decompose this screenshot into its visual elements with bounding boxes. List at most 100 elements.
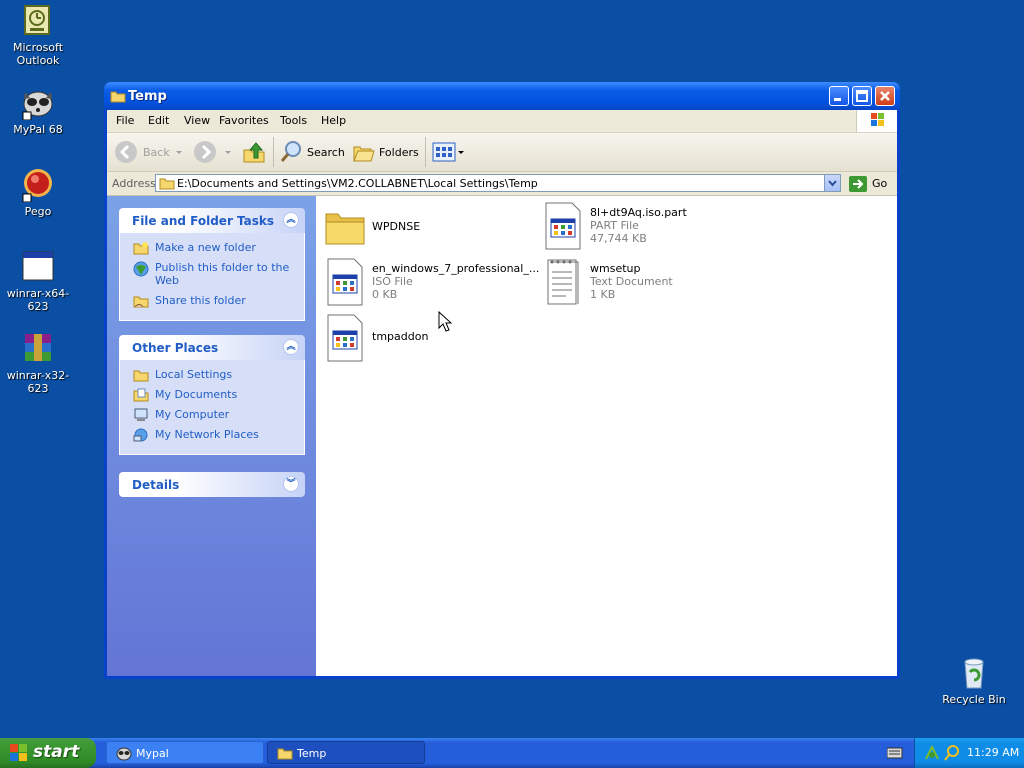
collapse-icon[interactable]: ︽ bbox=[283, 212, 299, 228]
back-label: Back bbox=[143, 146, 170, 159]
taskbar-item-temp[interactable]: Temp bbox=[267, 741, 425, 764]
file-item-wpdnse[interactable]: WPDNSE bbox=[324, 204, 524, 252]
file-size: 1 KB bbox=[590, 288, 616, 301]
panel-header[interactable]: File and Folder Tasks ︽ bbox=[119, 208, 305, 233]
menu-help[interactable]: Help bbox=[321, 114, 346, 127]
file-item-tmpaddon[interactable]: tmpaddon bbox=[324, 314, 524, 364]
task-label: Share this folder bbox=[155, 294, 246, 307]
menu-view[interactable]: View bbox=[184, 114, 210, 127]
file-name: 8l+dt9Aq.iso.part bbox=[590, 206, 687, 219]
place-label: Local Settings bbox=[155, 368, 233, 381]
address-dropdown[interactable] bbox=[824, 175, 840, 191]
taskbar-item-mypal[interactable]: Mypal bbox=[106, 741, 264, 764]
file-item-wmsetup[interactable]: wmsetup Text Document 1 KB bbox=[542, 258, 742, 308]
up-folder-button[interactable] bbox=[242, 140, 268, 164]
panel-body: Local Settings My Documents My Computer … bbox=[119, 360, 305, 455]
winrar-icon bbox=[21, 332, 55, 366]
address-label: Address bbox=[112, 177, 156, 190]
window-title: Temp bbox=[128, 89, 167, 104]
back-arrow-icon bbox=[115, 141, 137, 163]
search-tray-icon[interactable] bbox=[944, 745, 960, 761]
panel-header[interactable]: Other Places ︽ bbox=[119, 335, 305, 360]
menu-bar: File Edit View Favorites Tools Help bbox=[107, 110, 897, 133]
menu-tools[interactable]: Tools bbox=[280, 114, 307, 127]
go-label: Go bbox=[872, 177, 888, 190]
file-item-windows-iso[interactable]: en_windows_7_professional_... ISO File 0… bbox=[324, 258, 539, 308]
file-name: wmsetup bbox=[590, 262, 641, 275]
go-arrow-icon bbox=[849, 176, 867, 192]
file-folder-tasks-panel: File and Folder Tasks ︽ Make a new folde… bbox=[119, 208, 305, 321]
folders-button[interactable]: Folders bbox=[352, 140, 420, 164]
forward-button[interactable] bbox=[193, 140, 219, 164]
desktop-icon-pego[interactable]: Pego bbox=[0, 168, 76, 218]
forward-dropdown[interactable] bbox=[224, 140, 232, 164]
address-input[interactable]: E:\Documents and Settings\VM2.COLLABNET\… bbox=[155, 174, 841, 192]
file-name: tmpaddon bbox=[372, 330, 429, 343]
views-icon bbox=[432, 142, 464, 162]
panel-title: Other Places bbox=[132, 341, 219, 355]
file-name: WPDNSE bbox=[372, 220, 421, 233]
minimize-button[interactable] bbox=[829, 86, 849, 106]
search-button[interactable]: Search bbox=[279, 140, 345, 164]
back-dropdown[interactable] bbox=[175, 140, 183, 164]
go-button[interactable]: Go bbox=[848, 175, 887, 196]
toolbar-separator bbox=[273, 137, 274, 167]
generic-file-icon bbox=[327, 258, 363, 306]
desktop-icon-outlook[interactable]: Microsoft Outlook bbox=[0, 4, 76, 67]
task-pane: File and Folder Tasks ︽ Make a new folde… bbox=[107, 196, 316, 676]
menu-file[interactable]: File bbox=[116, 114, 134, 127]
explorer-window: Temp File Edit View Favorites Tools Help bbox=[104, 82, 900, 679]
back-button[interactable]: Back bbox=[114, 140, 182, 164]
task-label: Mypal bbox=[136, 747, 169, 760]
file-item-iso-part[interactable]: 8l+dt9Aq.iso.part PART File 47,744 KB bbox=[542, 202, 762, 252]
pego-icon bbox=[21, 168, 55, 203]
views-button[interactable] bbox=[432, 140, 468, 164]
start-button[interactable]: start bbox=[0, 738, 96, 768]
file-list: WPDNSE 8l+dt9Aq.iso.part PART File 47,74… bbox=[316, 196, 897, 676]
desktop-icon-label: MyPal 68 bbox=[13, 123, 63, 136]
network-tray-icon[interactable] bbox=[924, 745, 940, 761]
place-label: My Documents bbox=[155, 388, 238, 401]
maximize-button[interactable] bbox=[852, 86, 872, 106]
panel-body: Make a new folder Publish this folder to… bbox=[119, 233, 305, 321]
menu-favorites[interactable]: Favorites bbox=[219, 114, 269, 127]
file-name: en_windows_7_professional_... bbox=[372, 262, 540, 275]
app-window-icon bbox=[21, 250, 55, 284]
folder-icon bbox=[133, 370, 149, 382]
desktop-icon-label: Pego bbox=[24, 205, 52, 218]
task-publish-folder[interactable]: Publish this folder to the Web bbox=[120, 261, 304, 287]
chevron-down-icon bbox=[828, 180, 837, 187]
desktop-icon-mypal[interactable]: MyPal 68 bbox=[0, 86, 76, 136]
desktop-icon-winrar-x64[interactable]: winrar-x64-623 bbox=[0, 250, 76, 313]
task-label: Temp bbox=[297, 747, 327, 760]
place-local-settings[interactable]: Local Settings bbox=[120, 368, 304, 382]
task-share-folder[interactable]: Share this folder bbox=[120, 294, 304, 308]
folder-icon bbox=[110, 89, 126, 106]
mouse-cursor-icon bbox=[438, 310, 453, 336]
menu-edit[interactable]: Edit bbox=[148, 114, 169, 127]
keyboard-layout-icon[interactable] bbox=[886, 747, 903, 762]
desktop-icon-label: Recycle Bin bbox=[942, 693, 1006, 706]
desktop-icon-label: Microsoft Outlook bbox=[12, 41, 64, 67]
details-panel: Details ︾ bbox=[119, 472, 305, 497]
panel-title: Details bbox=[132, 478, 180, 492]
place-label: My Computer bbox=[155, 408, 230, 421]
place-my-computer[interactable]: My Computer bbox=[120, 408, 304, 421]
place-my-network-places[interactable]: My Network Places bbox=[120, 428, 304, 442]
clock[interactable]: 11:29 AM bbox=[967, 746, 1019, 759]
title-bar[interactable]: Temp bbox=[104, 82, 900, 110]
close-button[interactable] bbox=[875, 86, 895, 106]
close-icon bbox=[880, 91, 890, 101]
expand-icon[interactable]: ︾ bbox=[283, 476, 299, 492]
desktop-icon-winrar-x32[interactable]: winrar-x32-623 bbox=[0, 332, 76, 395]
task-make-new-folder[interactable]: Make a new folder bbox=[120, 241, 304, 255]
windows-logo-icon bbox=[10, 744, 27, 761]
desktop-icon-label: winrar-x64-623 bbox=[6, 287, 70, 313]
panel-header[interactable]: Details ︾ bbox=[119, 472, 305, 497]
folders-icon bbox=[353, 146, 375, 162]
file-type: Text Document bbox=[590, 275, 673, 288]
address-bar: Address E:\Documents and Settings\VM2.CO… bbox=[107, 172, 897, 196]
place-my-documents[interactable]: My Documents bbox=[120, 388, 304, 402]
collapse-icon[interactable]: ︽ bbox=[283, 339, 299, 355]
desktop-icon-recycle-bin[interactable]: Recycle Bin bbox=[936, 656, 1012, 706]
